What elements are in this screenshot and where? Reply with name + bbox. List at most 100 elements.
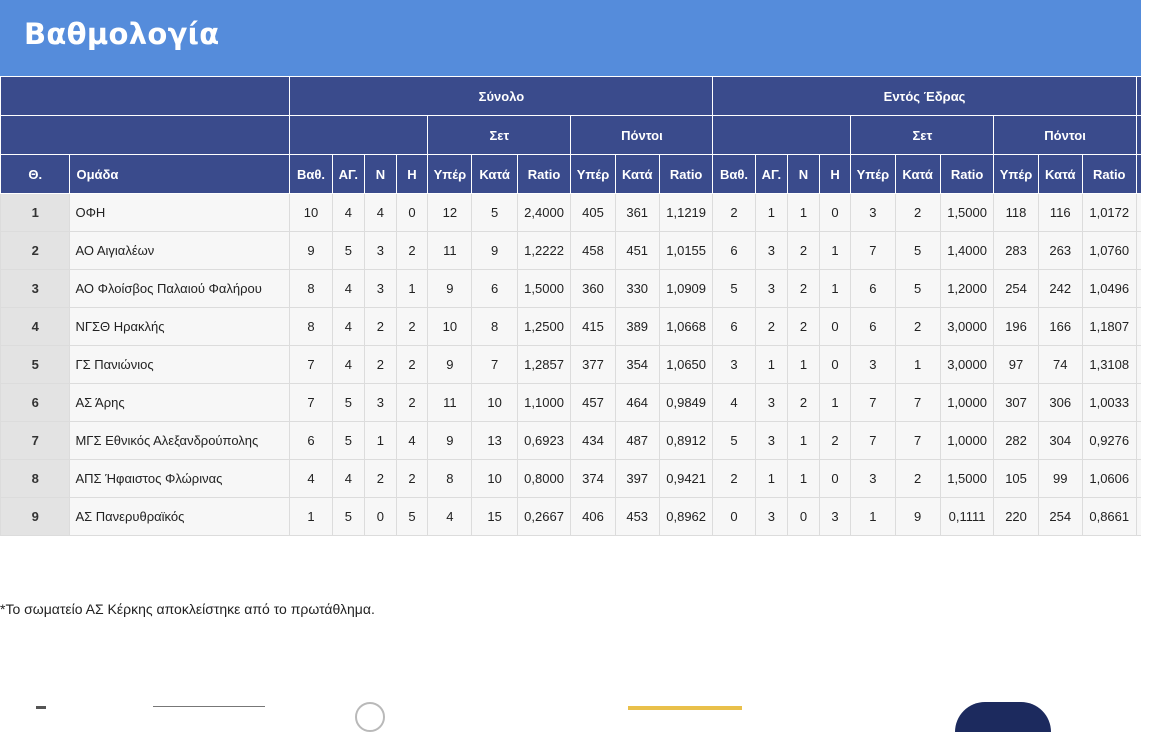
- column-header: Υπέρ: [850, 154, 896, 194]
- stat-cell: 1: [1135, 497, 1141, 536]
- subgroup-header-blank: [1135, 115, 1141, 155]
- stat-cell: 0,1111: [939, 497, 995, 536]
- stat-cell: 9: [894, 497, 941, 536]
- sponsor-logos: [0, 696, 1141, 732]
- position-cell: 6: [0, 383, 71, 422]
- stat-cell: 7: [289, 383, 333, 422]
- stat-cell: 283: [993, 231, 1039, 270]
- stat-cell: 0,8962: [658, 497, 714, 536]
- stat-cell: 11: [427, 231, 473, 270]
- column-header-team: Ομάδα: [69, 154, 291, 194]
- stat-cell: 9: [427, 421, 473, 460]
- stat-cell: 1: [754, 345, 789, 384]
- stat-cell: 4: [331, 459, 366, 498]
- column-header: Κατά: [1037, 154, 1083, 194]
- stat-cell: 0,8661: [1081, 497, 1137, 536]
- table-row[interactable]: 3 ΑΟ Φλοίσβος Παλαιού Φαλήρου 8 4 3 1 9 6 1,5000…: [0, 269, 1141, 308]
- stat-cell: 3: [364, 383, 397, 422]
- stat-cell: 7: [850, 383, 896, 422]
- stat-cell: 1,0172: [1081, 193, 1137, 232]
- column-header-row: Θ. Ομάδα Βαθ. ΑΓ. Ν Η Υπέρ Κατά Ratio Υπέρ Κατά Rat…: [0, 154, 1141, 194]
- stat-cell: 220: [993, 497, 1039, 536]
- footnote: *Το σωματείο ΑΣ Κέρκης αποκλείστηκε από …: [0, 601, 375, 617]
- group-header-row: Σύνολο Εντός Έδρας: [0, 76, 1141, 116]
- stat-cell: 13: [471, 421, 518, 460]
- stat-cell: 7: [289, 345, 333, 384]
- table-row[interactable]: 1 ΟΦΗ 10 4 4 0 12 5 2,4000 405 361 1,1219 2 1 1 0 3 2 1,50…: [0, 193, 1141, 232]
- column-header: Υπέρ: [993, 154, 1039, 194]
- stat-cell: 0: [712, 497, 756, 536]
- position-cell: 8: [0, 459, 71, 498]
- table-row[interactable]: 9 ΑΣ Πανερυθραϊκός 1 5 0 5 4 15 0,2667 406 453 0,89…: [0, 497, 1141, 536]
- stat-cell: 0: [787, 497, 820, 536]
- stat-cell: 5: [894, 231, 941, 270]
- stat-cell: 1: [818, 231, 852, 270]
- stat-cell: 1,5000: [939, 193, 995, 232]
- stat-cell: 4: [427, 497, 473, 536]
- column-header: Ratio: [516, 154, 572, 194]
- stat-cell: 4: [331, 269, 366, 308]
- stat-cell: 330: [614, 269, 660, 308]
- table-row[interactable]: 6 ΑΣ Άρης 7 5 3 2 11 10 1,1000 457 464 0,9849 4 3 2 1 7 7…: [0, 383, 1141, 422]
- stat-cell: 242: [1037, 269, 1083, 308]
- stat-cell: 9: [427, 269, 473, 308]
- stat-cell: 3: [850, 345, 896, 384]
- stat-cell: 389: [614, 307, 660, 346]
- stat-cell: 3: [364, 269, 397, 308]
- stat-cell: 8: [427, 459, 473, 498]
- position-cell: 3: [0, 269, 71, 308]
- column-header: Βαθ.: [1135, 154, 1141, 194]
- stat-cell: 1: [1135, 421, 1141, 460]
- column-header: Κατά: [894, 154, 941, 194]
- stat-cell: 6: [850, 269, 896, 308]
- position-cell: 2: [0, 231, 71, 270]
- stat-cell: 1,0650: [658, 345, 714, 384]
- column-header: Υπέρ: [570, 154, 616, 194]
- stat-cell: 1,1219: [658, 193, 714, 232]
- table-row[interactable]: 7 ΜΓΣ Εθνικός Αλεξανδρούπολης 6 5 1 4 9 13 0,692…: [0, 421, 1141, 460]
- stat-cell: 4: [289, 459, 333, 498]
- table-row[interactable]: 8 ΑΠΣ Ήφαιστος Φλώρινας 4 4 2 2 8 10 0,8000 374 39…: [0, 459, 1141, 498]
- position-cell: 4: [0, 307, 71, 346]
- stat-cell: 0,9421: [658, 459, 714, 498]
- subgroup-header-blank: [0, 115, 291, 155]
- stat-cell: 2,4000: [516, 193, 572, 232]
- stat-cell: 2: [395, 383, 429, 422]
- stat-cell: 12: [427, 193, 473, 232]
- subgroup-header-blank: [289, 115, 429, 155]
- stat-cell: 3: [818, 497, 852, 536]
- stat-cell: 1: [787, 345, 820, 384]
- stat-cell: 5: [331, 383, 366, 422]
- column-header: Βαθ.: [712, 154, 756, 194]
- stat-cell: 1,2857: [516, 345, 572, 384]
- sponsor-logo[interactable]: [628, 706, 742, 710]
- stat-cell: 15: [471, 497, 518, 536]
- subgroup-header-points: Πόντοι: [993, 115, 1137, 155]
- stat-cell: 4: [331, 193, 366, 232]
- stat-cell: 5: [471, 193, 518, 232]
- stat-cell: 377: [570, 345, 616, 384]
- table-row[interactable]: 4 ΝΓΣΘ Ηρακλής 8 4 2 2 10 8 1,2500 415 389 1,0668 6 2…: [0, 307, 1141, 346]
- stat-cell: 2: [787, 307, 820, 346]
- table-row[interactable]: 2 ΑΟ Αιγιαλέων 9 5 3 2 11 9 1,2222 458 451 1,0155 6 3…: [0, 231, 1141, 270]
- stat-cell: 1,5000: [516, 269, 572, 308]
- column-header: Ratio: [658, 154, 714, 194]
- stat-cell: 2: [787, 231, 820, 270]
- stat-cell: 0,8912: [658, 421, 714, 460]
- standings-table-container[interactable]: Σύνολο Εντός Έδρας Σετ Πόντοι Σετ Πόντοι…: [0, 76, 1141, 536]
- team-name-cell: ΝΓΣΘ Ηρακλής: [69, 307, 291, 346]
- stat-cell: 397: [614, 459, 660, 498]
- stat-cell: 0: [818, 307, 852, 346]
- stat-cell: 10: [427, 307, 473, 346]
- table-row[interactable]: 5 ΓΣ Πανιώνιος 7 4 2 2 9 7 1,2857 377 354 1,0650 3 1 1…: [0, 345, 1141, 384]
- stat-cell: 254: [993, 269, 1039, 308]
- stat-cell: 354: [614, 345, 660, 384]
- stat-cell: 6: [850, 307, 896, 346]
- stat-cell: 6: [471, 269, 518, 308]
- sponsor-logo[interactable]: [955, 702, 1051, 732]
- sponsor-logo[interactable]: [153, 706, 265, 710]
- sponsor-logo[interactable]: [355, 702, 385, 732]
- column-header: Ratio: [939, 154, 995, 194]
- stat-cell: 1,0033: [1081, 383, 1137, 422]
- stat-cell: 97: [993, 345, 1039, 384]
